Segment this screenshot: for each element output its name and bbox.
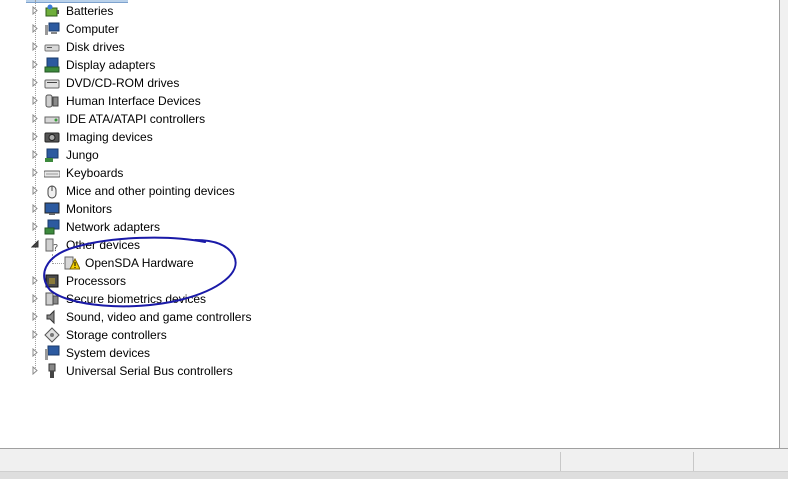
tree-item-processors[interactable]: Processors <box>0 272 300 290</box>
expand-arrow-icon[interactable] <box>31 186 40 195</box>
keyboard-icon <box>44 165 60 181</box>
battery-icon <box>44 3 60 19</box>
tree-item-label: Imaging devices <box>66 130 153 144</box>
expand-arrow-icon[interactable] <box>31 348 40 357</box>
system-device-icon <box>44 345 60 361</box>
tree-item-label: Mice and other pointing devices <box>66 184 235 198</box>
hid-icon <box>44 93 60 109</box>
unknown-device-icon: ? <box>44 237 60 253</box>
expand-arrow-icon[interactable] <box>31 276 40 285</box>
tree-item-computer[interactable]: Computer <box>0 20 300 38</box>
expand-arrow-icon[interactable] <box>31 222 40 231</box>
tree-item-label: Batteries <box>66 4 114 18</box>
biometric-icon <box>44 291 60 307</box>
warning-device-icon <box>64 255 80 271</box>
expand-arrow-icon[interactable] <box>31 150 40 159</box>
expand-arrow-icon[interactable] <box>31 78 40 87</box>
tree-item-ide-controllers[interactable]: IDE ATA/ATAPI controllers <box>0 110 300 128</box>
expand-arrow-icon[interactable] <box>31 366 40 375</box>
status-bar-divider <box>560 452 561 472</box>
device-tree[interactable]: Batteries Computer Disk drives Display a… <box>0 0 775 448</box>
display-adapter-icon <box>44 57 60 73</box>
expand-arrow-icon[interactable] <box>31 168 40 177</box>
status-bar-divider <box>693 452 694 472</box>
window-frame-right <box>779 0 788 449</box>
tree-item-sound-controllers[interactable]: Sound, video and game controllers <box>0 308 300 326</box>
tree-item-label: DVD/CD-ROM drives <box>66 76 180 90</box>
tree-item-label: Processors <box>66 274 127 288</box>
tree-item-label: OpenSDA Hardware <box>85 256 194 270</box>
tree-item-label: Display adapters <box>66 58 156 72</box>
tree-item-label: Sound, video and game controllers <box>66 310 252 324</box>
tree-item-label: Universal Serial Bus controllers <box>66 364 233 378</box>
expand-arrow-icon[interactable] <box>31 294 40 303</box>
tree-item-hid[interactable]: Human Interface Devices <box>0 92 300 110</box>
expand-arrow-icon[interactable] <box>31 204 40 213</box>
camera-icon <box>44 129 60 145</box>
disk-drive-icon <box>44 39 60 55</box>
tree-item-network-adapters[interactable]: Network adapters <box>0 218 300 236</box>
ide-controller-icon <box>44 111 60 127</box>
dvd-drive-icon <box>44 75 60 91</box>
monitor-icon <box>44 201 60 217</box>
tree-item-label: Monitors <box>66 202 113 216</box>
storage-controller-icon <box>44 327 60 343</box>
tree-item-usb-controllers[interactable]: Universal Serial Bus controllers <box>0 362 300 380</box>
tree-item-disk-drives[interactable]: Disk drives <box>0 38 300 56</box>
tree-item-imaging-devices[interactable]: Imaging devices <box>0 128 300 146</box>
tree-item-jungo[interactable]: Jungo <box>0 146 300 164</box>
tree-item-label: Disk drives <box>66 40 125 54</box>
taskbar-edge <box>0 471 788 479</box>
expand-arrow-icon[interactable] <box>31 330 40 339</box>
tree-item-label: Keyboards <box>66 166 124 180</box>
expand-arrow-icon[interactable] <box>31 42 40 51</box>
tree-item-mice[interactable]: Mice and other pointing devices <box>0 182 300 200</box>
expand-arrow-icon[interactable] <box>31 96 40 105</box>
jungo-icon <box>44 147 60 163</box>
tree-item-storage-controllers[interactable]: Storage controllers <box>0 326 300 344</box>
tree-item-monitors[interactable]: Monitors <box>0 200 300 218</box>
expand-arrow-icon[interactable] <box>31 24 40 33</box>
tree-item-label: IDE ATA/ATAPI controllers <box>66 112 206 126</box>
computer-icon <box>44 21 60 37</box>
usb-icon <box>44 363 60 379</box>
expand-arrow-icon[interactable] <box>31 132 40 141</box>
expand-arrow-icon[interactable] <box>31 6 40 15</box>
network-adapter-icon <box>44 219 60 235</box>
tree-item-biometric-devices[interactable]: Secure biometrics devices <box>0 290 300 308</box>
svg-text:?: ? <box>53 243 58 253</box>
tree-item-dvd-drives[interactable]: DVD/CD-ROM drives <box>0 74 300 92</box>
expand-arrow-icon[interactable] <box>31 60 40 69</box>
tree-item-label: Secure biometrics devices <box>66 292 207 306</box>
tree-item-label: System devices <box>66 346 151 360</box>
tree-item-label: Other devices <box>66 238 141 252</box>
processor-icon <box>44 273 60 289</box>
tree-item-keyboards[interactable]: Keyboards <box>0 164 300 182</box>
tree-item-label: Computer <box>66 22 119 36</box>
tree-item-opensda-hardware[interactable]: OpenSDA Hardware <box>0 254 300 272</box>
expand-arrow-icon[interactable] <box>31 312 40 321</box>
tree-item-label: Storage controllers <box>66 328 167 342</box>
speaker-icon <box>44 309 60 325</box>
mouse-icon <box>44 183 60 199</box>
tree-item-label: Network adapters <box>66 220 161 234</box>
tree-item-label: Human Interface Devices <box>66 94 201 108</box>
collapse-arrow-icon[interactable] <box>31 240 40 249</box>
expand-arrow-icon[interactable] <box>31 114 40 123</box>
tree-item-system-devices[interactable]: System devices <box>0 344 300 362</box>
tree-item-other-devices[interactable]: ? Other devices <box>0 236 300 254</box>
tree-item-label: Jungo <box>66 148 99 162</box>
tree-item-batteries[interactable]: Batteries <box>0 2 300 20</box>
tree-item-display-adapters[interactable]: Display adapters <box>0 56 300 74</box>
